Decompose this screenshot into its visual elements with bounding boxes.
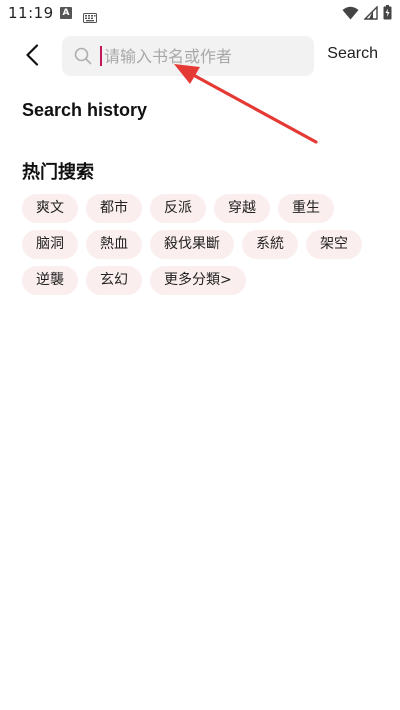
hot-tag[interactable]: 逆襲 <box>22 266 78 295</box>
wifi-icon <box>342 5 359 24</box>
text-notification-icon: A <box>60 7 72 19</box>
hot-tag[interactable]: 反派 <box>150 194 206 223</box>
back-button[interactable] <box>18 41 46 69</box>
more-categories-tag[interactable]: 更多分類> <box>150 266 246 295</box>
battery-icon <box>383 5 392 24</box>
hot-tags: 爽文 都市 反派 穿越 重生 脑洞 熱血 殺伐果斷 系統 架空 逆襲 玄幻 更多… <box>22 194 382 302</box>
keyboard-icon <box>83 8 97 27</box>
status-time: 11:19 <box>8 4 54 22</box>
hot-tag[interactable]: 系統 <box>242 230 298 259</box>
hot-tag[interactable]: 脑洞 <box>22 230 78 259</box>
hot-tag[interactable]: 殺伐果斷 <box>150 230 234 259</box>
tag-row: 爽文 都市 反派 穿越 重生 <box>22 194 382 223</box>
text-cursor <box>100 46 102 66</box>
hot-tag[interactable]: 熱血 <box>86 230 142 259</box>
search-button[interactable]: Search <box>327 45 378 63</box>
chevron-left-icon <box>26 44 39 66</box>
hot-tag[interactable]: 穿越 <box>214 194 270 223</box>
hot-tag[interactable]: 爽文 <box>22 194 78 223</box>
system-icons <box>342 5 392 24</box>
search-icon <box>74 47 92 69</box>
annotation-arrow-icon <box>174 64 318 144</box>
search-history-title: Search history <box>22 100 148 120</box>
hot-tag[interactable]: 都市 <box>86 194 142 223</box>
status-bar: 11:19 A <box>0 0 400 28</box>
signal-icon <box>363 5 378 24</box>
hot-searches-title: 热门搜索 <box>22 162 94 183</box>
hot-tag[interactable]: 玄幻 <box>86 266 142 295</box>
hot-tag[interactable]: 重生 <box>278 194 334 223</box>
tag-row: 脑洞 熱血 殺伐果斷 系統 架空 <box>22 230 382 259</box>
hot-tag[interactable]: 架空 <box>306 230 362 259</box>
tag-row: 逆襲 玄幻 更多分類> <box>22 266 382 295</box>
